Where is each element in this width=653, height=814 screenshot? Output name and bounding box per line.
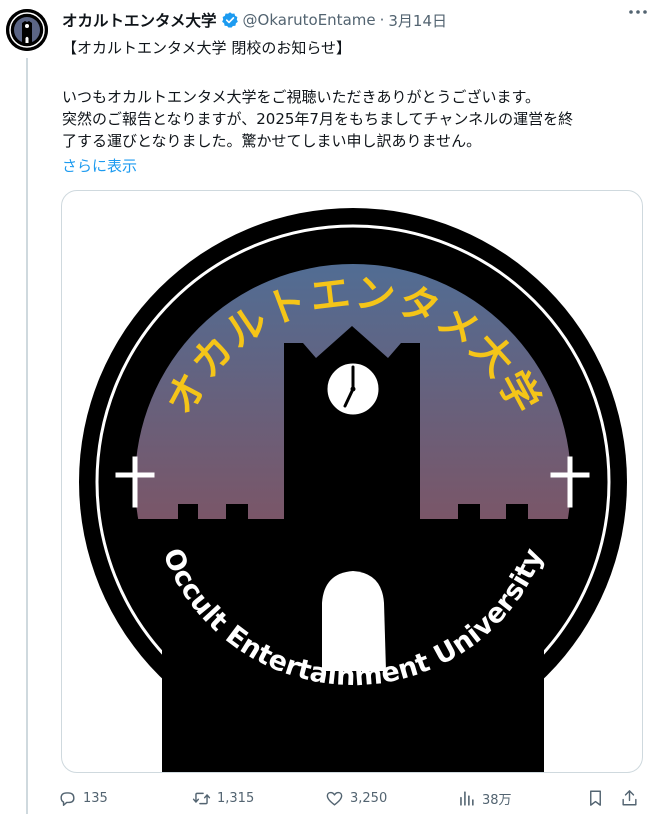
reply-icon xyxy=(60,791,75,806)
thread-line xyxy=(26,58,28,814)
like-button[interactable]: 3,250 xyxy=(325,786,387,810)
bookmark-icon[interactable] xyxy=(586,788,605,808)
repost-count: 1,315 xyxy=(217,790,255,806)
tweet-text-line: 了する運びとなりました。驚かせてしまい申し訳ありません。 xyxy=(62,132,482,150)
avatar-logo-icon xyxy=(6,9,48,51)
view-count: 38万 xyxy=(482,792,512,808)
repost-button[interactable]: 1,315 xyxy=(192,786,254,810)
tweet-text-title: 【オカルトエンタメ大学 閉校のお知らせ】 xyxy=(62,39,352,57)
reply-button[interactable]: 135 xyxy=(58,786,108,810)
clock-icon xyxy=(324,360,382,418)
show-more-link[interactable]: さらに表示 xyxy=(62,155,137,177)
tweet-date[interactable]: 3月14日 xyxy=(388,10,447,31)
heart-icon xyxy=(326,791,343,806)
views-button[interactable]: 38万 xyxy=(457,786,512,810)
author-handle[interactable]: @OkarutoEntame xyxy=(243,11,376,29)
university-logo: オカルトエンタメ大学 Occult Entertainment Universi… xyxy=(79,208,627,772)
avatar[interactable] xyxy=(6,9,48,51)
reply-count: 135 xyxy=(83,790,108,806)
more-options-icon[interactable] xyxy=(627,4,649,20)
separator-dot: · xyxy=(379,11,385,29)
share-icon[interactable] xyxy=(620,788,639,808)
repost-icon xyxy=(192,792,211,804)
tweet-text-line: 突然のご報告となりますが、2025年7月をもちましてチャンネルの運営を終 xyxy=(62,110,574,128)
tweet-header: オカルトエンタメ大学 @OkarutoEntame · 3月14日 xyxy=(62,8,643,32)
like-count: 3,250 xyxy=(350,790,388,806)
arched-door xyxy=(322,571,386,671)
verified-badge-icon xyxy=(221,12,238,28)
action-bar: 135 1,315 3,250 38万 xyxy=(58,786,643,810)
analytics-icon xyxy=(460,790,474,806)
tweet-text-line: いつもオカルトエンタメ大学をご視聴いただきありがとうございます。 xyxy=(62,88,541,106)
author-name[interactable]: オカルトエンタメ大学 xyxy=(62,9,217,31)
tweet-image[interactable]: オカルトエンタメ大学 Occult Entertainment Universi… xyxy=(61,190,643,773)
